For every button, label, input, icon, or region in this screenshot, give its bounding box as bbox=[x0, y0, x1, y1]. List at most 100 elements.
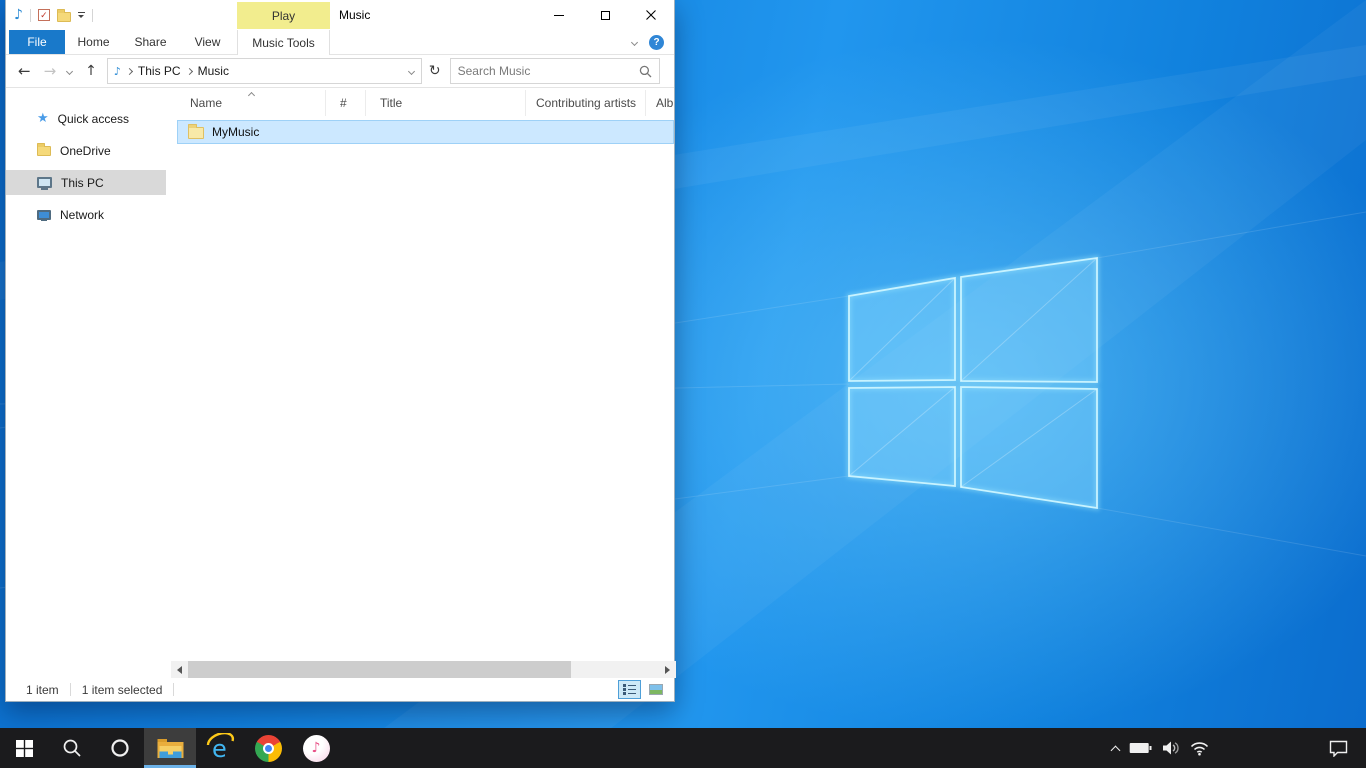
column-header-album[interactable]: Alb bbox=[646, 90, 676, 116]
chrome-icon bbox=[255, 735, 282, 762]
this-pc-monitor-icon bbox=[37, 177, 52, 188]
separator bbox=[30, 9, 31, 22]
sidebar-item-onedrive[interactable]: OneDrive bbox=[6, 138, 166, 163]
tab-view[interactable]: View bbox=[179, 30, 236, 54]
hidden-icons-chevron-icon[interactable] bbox=[1111, 745, 1121, 755]
properties-button[interactable]: ✓ bbox=[38, 9, 50, 21]
address-bar[interactable]: ♪ This PC Music bbox=[107, 58, 422, 84]
back-button[interactable]: ← bbox=[18, 64, 31, 79]
taskbar-search-button[interactable] bbox=[48, 728, 96, 768]
svg-text:e: e bbox=[212, 735, 227, 763]
selection-count: 1 item selected bbox=[82, 683, 163, 697]
cortana-button[interactable] bbox=[96, 728, 144, 768]
start-button[interactable] bbox=[0, 728, 48, 768]
sidebar-item-this-pc[interactable]: This PC bbox=[6, 170, 166, 195]
battery-icon[interactable] bbox=[1129, 741, 1152, 755]
maximize-icon bbox=[601, 11, 610, 20]
sidebar-item-quick-access[interactable]: ★ Quick access bbox=[6, 106, 166, 131]
item-count: 1 item bbox=[26, 683, 59, 697]
volume-icon[interactable] bbox=[1162, 740, 1180, 756]
file-name: MyMusic bbox=[212, 125, 259, 139]
forward-button[interactable]: → bbox=[44, 64, 57, 79]
file-row-mymusic[interactable]: MyMusic bbox=[177, 120, 674, 144]
column-header-contributing-artists[interactable]: Contributing artists bbox=[526, 90, 646, 116]
cortana-icon bbox=[110, 738, 130, 758]
file-explorer-icon bbox=[157, 738, 184, 759]
address-dropdown-icon[interactable] bbox=[408, 67, 415, 74]
contextual-group-badge[interactable]: Play bbox=[237, 2, 330, 29]
scrollbar-track[interactable] bbox=[188, 661, 659, 678]
taskbar-internet-explorer-button[interactable]: e bbox=[196, 728, 244, 768]
column-header-title[interactable]: Title bbox=[366, 90, 526, 116]
location-music-icon: ♪ bbox=[114, 66, 121, 77]
quick-access-toolbar: ♪ ✓ bbox=[14, 0, 93, 30]
customize-toolbar-dropdown[interactable] bbox=[78, 12, 85, 18]
column-header-row: Name # Title Contributing artists Alb bbox=[177, 90, 676, 116]
details-view-button[interactable] bbox=[618, 680, 641, 699]
status-bar: 1 item 1 item selected bbox=[6, 678, 674, 701]
tab-share[interactable]: Share bbox=[122, 30, 179, 54]
minimize-button[interactable] bbox=[536, 0, 582, 30]
action-center-button[interactable] bbox=[1318, 728, 1358, 768]
breadcrumb-music[interactable]: Music bbox=[198, 64, 229, 78]
expand-ribbon-icon[interactable] bbox=[631, 39, 638, 46]
ribbon-tab-row: File Home Share View Music Tools ? bbox=[6, 30, 674, 55]
quick-access-star-icon: ★ bbox=[37, 112, 49, 125]
scroll-right-button[interactable] bbox=[659, 661, 676, 678]
itunes-icon: ♪ bbox=[303, 735, 330, 762]
scroll-right-icon bbox=[665, 666, 670, 674]
caption-buttons bbox=[536, 0, 674, 30]
large-icons-view-button[interactable] bbox=[644, 680, 667, 699]
sidebar-item-label: Quick access bbox=[58, 112, 129, 126]
onedrive-folder-icon bbox=[37, 146, 51, 156]
music-note-icon: ♪ bbox=[312, 740, 321, 756]
scroll-left-icon bbox=[177, 666, 182, 674]
divider bbox=[173, 683, 174, 696]
breadcrumb-this-pc[interactable]: This PC bbox=[138, 64, 181, 78]
search-input[interactable] bbox=[458, 64, 639, 78]
tab-file[interactable]: File bbox=[9, 30, 65, 54]
network-wifi-icon[interactable] bbox=[1190, 740, 1209, 756]
close-button[interactable] bbox=[628, 0, 674, 30]
minimize-icon bbox=[554, 15, 564, 16]
large-icons-view-icon bbox=[649, 684, 663, 695]
navigation-pane: ★ Quick access OneDrive This PC Network bbox=[6, 88, 166, 661]
tab-home[interactable]: Home bbox=[65, 30, 122, 54]
taskbar-chrome-button[interactable] bbox=[244, 728, 292, 768]
recent-locations-dropdown[interactable] bbox=[66, 67, 73, 74]
taskbar: e ♪ bbox=[0, 728, 1366, 768]
chrome-center-dot bbox=[263, 743, 274, 754]
taskbar-file-explorer-button[interactable] bbox=[144, 728, 196, 768]
system-tray bbox=[1112, 728, 1209, 768]
help-button[interactable]: ? bbox=[649, 35, 664, 50]
search-icon bbox=[639, 65, 652, 78]
horizontal-scrollbar[interactable] bbox=[171, 661, 676, 678]
separator bbox=[92, 9, 93, 22]
sidebar-item-network[interactable]: Network bbox=[6, 202, 166, 227]
maximize-button[interactable] bbox=[582, 0, 628, 30]
music-note-app-icon: ♪ bbox=[14, 8, 23, 22]
network-icon bbox=[37, 210, 51, 220]
column-header-number[interactable]: # bbox=[326, 90, 366, 116]
new-folder-button[interactable] bbox=[57, 12, 71, 22]
navigation-bar: ← → ↑ ♪ This PC Music ↻ bbox=[6, 55, 674, 88]
windows-logo-icon bbox=[16, 740, 33, 757]
desktop: ♪ ✓ Play Music bbox=[0, 0, 1366, 768]
breadcrumb-chevron-icon[interactable] bbox=[186, 67, 193, 74]
scrollbar-thumb[interactable] bbox=[188, 661, 571, 678]
title-bar: ♪ ✓ Play Music bbox=[6, 0, 674, 30]
window-title: Music bbox=[339, 0, 370, 30]
scroll-left-button[interactable] bbox=[171, 661, 188, 678]
ribbon-controls: ? bbox=[632, 30, 664, 55]
close-icon bbox=[646, 10, 656, 20]
folder-icon bbox=[188, 127, 204, 139]
breadcrumb-chevron-icon[interactable] bbox=[126, 67, 133, 74]
refresh-button[interactable]: ↻ bbox=[429, 63, 441, 79]
sidebar-item-label: Network bbox=[60, 208, 104, 222]
taskbar-itunes-button[interactable]: ♪ bbox=[292, 728, 340, 768]
search-box[interactable] bbox=[450, 58, 660, 84]
search-icon bbox=[62, 738, 82, 758]
up-button[interactable]: ↑ bbox=[85, 64, 97, 78]
tab-music-tools[interactable]: Music Tools bbox=[237, 30, 330, 55]
sidebar-item-label: OneDrive bbox=[60, 144, 111, 158]
